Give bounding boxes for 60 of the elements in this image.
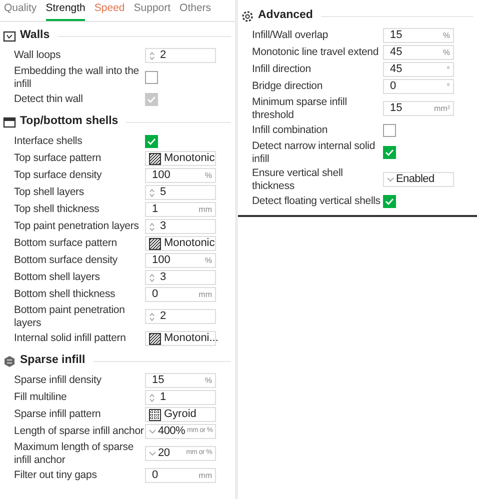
number-field[interactable]: 100 % <box>145 168 216 183</box>
setting-label: Bridge direction <box>252 80 324 93</box>
setting-label: Embedding the wall into the infill <box>14 65 140 90</box>
setting-label: Top shell layers <box>14 186 85 199</box>
tab[interactable]: Others <box>180 1 212 21</box>
spin-field[interactable]: 2 <box>145 48 216 63</box>
number-field[interactable]: 15 % <box>383 28 454 43</box>
setting-label: Sparse infill pattern <box>14 408 102 421</box>
setting-label: Detect narrow internal solid infill <box>252 140 376 165</box>
section-title: Walls <box>20 28 50 44</box>
number-field[interactable]: 0 ° <box>383 79 454 94</box>
section-title: Top/bottom shells <box>20 114 118 130</box>
tab[interactable]: Strength <box>46 1 86 21</box>
setting-label: Detect thin wall <box>14 93 84 106</box>
setting-label: Top shell thickness <box>14 203 100 216</box>
setting-label: Sparse infill density <box>14 374 102 387</box>
tab[interactable]: Support <box>134 1 171 21</box>
number-field[interactable]: 15 % <box>145 373 216 388</box>
setting-label: Length of sparse infill anchor <box>14 425 145 438</box>
setting-label: Top paint penetration layers <box>14 220 140 233</box>
spin-field[interactable]: 3 <box>145 270 216 285</box>
number-field[interactable]: 0 mm <box>145 468 216 483</box>
setting-label: Ensure vertical shell thickness <box>252 167 344 192</box>
setting-label: Bottom paint penetration layers <box>14 304 126 329</box>
setting-label: Minimum sparse infill threshold <box>252 96 348 121</box>
pattern-dropdown[interactable]: Monotoni... <box>145 331 216 346</box>
section-title: Advanced <box>258 8 313 24</box>
setting-label: Interface shells <box>14 135 84 148</box>
spin-field[interactable]: 1 <box>145 390 216 405</box>
setting-label: Infill direction <box>252 63 312 76</box>
combo-field[interactable]: Enabled <box>383 172 454 187</box>
setting-label: Filter out tiny gaps <box>14 469 98 482</box>
number-field[interactable]: 100 % <box>145 253 216 268</box>
number-field[interactable]: 0 mm <box>145 287 216 302</box>
number-field[interactable]: 15 mm² <box>383 101 454 116</box>
setting-label: Bottom surface pattern <box>14 237 118 250</box>
pattern-dropdown[interactable]: Gyroid <box>145 407 216 422</box>
setting-label: Wall loops <box>14 49 62 62</box>
setting-label: Top surface density <box>14 169 103 182</box>
number-field[interactable]: 45 % <box>383 45 454 60</box>
spin-field[interactable]: 2 <box>145 309 216 324</box>
setting-label: Maximum length of sparse infill anchor <box>14 441 135 466</box>
tab[interactable]: Quality <box>4 1 37 21</box>
setting-label: Bottom surface density <box>14 254 118 267</box>
setting-label: Infill combination <box>252 124 329 137</box>
pattern-dropdown[interactable]: Monotonic <box>145 151 216 166</box>
setting-label: Top surface pattern <box>14 152 102 165</box>
setting-label: Bottom shell layers <box>14 271 101 284</box>
setting-label: Infill/Wall overlap <box>252 29 330 42</box>
spin-field[interactable]: 5 <box>145 185 216 200</box>
spin-field[interactable]: 3 <box>145 219 216 234</box>
setting-label: Internal solid infill pattern <box>14 332 127 345</box>
section-title: Sparse infill <box>20 353 86 368</box>
setting-label: Detect floating vertical shells <box>252 195 382 208</box>
number-field[interactable]: 45 ° <box>383 62 454 77</box>
number-field[interactable]: 1 mm <box>145 202 216 217</box>
pattern-dropdown[interactable]: Monotonic <box>145 236 216 251</box>
setting-label: Monotonic line travel extend <box>252 46 380 59</box>
setting-label: Bottom shell thickness <box>14 288 116 301</box>
setting-label: Fill multiline <box>14 391 68 404</box>
